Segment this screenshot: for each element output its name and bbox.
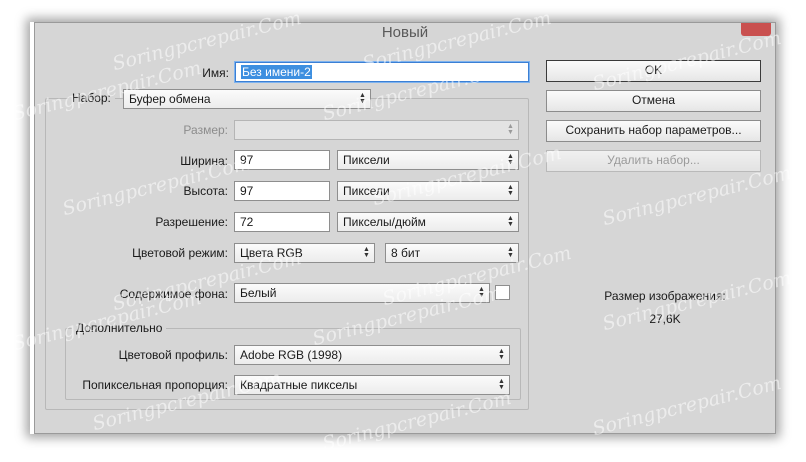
chevron-updown-icon: ▲ ▼ xyxy=(507,215,514,228)
width-label: Ширина: xyxy=(180,154,228,168)
preset-value: Буфер обмена xyxy=(129,92,211,106)
image-size-label: Размер изображения: xyxy=(604,289,726,303)
name-input[interactable]: Без имени-2 xyxy=(235,62,529,82)
background-value: Белый xyxy=(240,286,277,300)
width-unit-value: Пиксели xyxy=(343,153,390,167)
pixel-aspect-label: Попиксельная пропорция: xyxy=(82,378,228,392)
height-label: Высота: xyxy=(183,184,228,198)
color-mode-value: Цвета RGB xyxy=(240,246,303,260)
bit-depth-select[interactable]: 8 бит ▲ ▼ xyxy=(385,243,519,263)
chevron-updown-icon: ▲ ▼ xyxy=(507,184,514,197)
name-input-value: Без имени-2 xyxy=(241,65,312,79)
save-preset-button[interactable]: Сохранить набор параметров... xyxy=(546,120,761,142)
advanced-legend: Дополнительно xyxy=(72,321,167,335)
bit-depth-value: 8 бит xyxy=(391,246,421,260)
chevron-updown-icon: ▲ ▼ xyxy=(359,92,366,105)
name-label: Имя: xyxy=(202,66,229,80)
color-profile-label: Цветовой профиль: xyxy=(118,348,228,362)
resolution-value: 72 xyxy=(240,215,254,229)
width-input[interactable]: 97 xyxy=(234,150,330,170)
height-unit-select[interactable]: Пиксели ▲ ▼ xyxy=(337,181,519,201)
resolution-input[interactable]: 72 xyxy=(234,212,330,232)
color-mode-label: Цветовой режим: xyxy=(132,246,228,260)
dialog-title: Новый xyxy=(381,24,429,41)
background-label: Содержимое фона: xyxy=(119,287,228,301)
resolution-label: Разрешение: xyxy=(155,215,228,229)
height-value: 97 xyxy=(240,184,254,198)
preset-legend-area: Набор: xyxy=(68,91,115,105)
pixel-aspect-select[interactable]: Квадратные пикселы ▲ ▼ xyxy=(234,375,510,395)
height-input[interactable]: 97 xyxy=(234,181,330,201)
chevron-updown-icon: ▲ ▼ xyxy=(478,286,485,299)
background-color-swatch[interactable] xyxy=(495,285,510,300)
resolution-unit-select[interactable]: Пикселы/дюйм ▲ ▼ xyxy=(337,212,519,232)
pixel-aspect-value: Квадратные пикселы xyxy=(240,378,358,392)
title-bar[interactable]: Новый xyxy=(35,23,775,47)
close-button[interactable] xyxy=(741,23,771,36)
new-document-dialog: Новый Имя: Без имени-2 Набор: Буфер обме… xyxy=(34,22,776,434)
height-unit-value: Пиксели xyxy=(343,184,390,198)
preset-select[interactable]: Буфер обмена ▲ ▼ xyxy=(123,89,371,109)
resolution-unit-value: Пикселы/дюйм xyxy=(343,215,426,229)
image-size-value: 27,6K xyxy=(649,312,681,326)
color-profile-value: Adobe RGB (1998) xyxy=(240,348,343,362)
color-profile-select[interactable]: Adobe RGB (1998) ▲ ▼ xyxy=(234,345,510,365)
chevron-updown-icon: ▲ ▼ xyxy=(507,123,514,136)
chevron-updown-icon: ▲ ▼ xyxy=(507,153,514,166)
delete-preset-button[interactable]: Удалить набор... xyxy=(546,150,761,172)
chevron-updown-icon: ▲ ▼ xyxy=(363,246,370,259)
color-mode-select[interactable]: Цвета RGB ▲ ▼ xyxy=(234,243,375,263)
size-label: Размер: xyxy=(183,123,228,137)
background-select[interactable]: Белый ▲ ▼ xyxy=(234,283,490,303)
chevron-updown-icon: ▲ ▼ xyxy=(507,246,514,259)
chevron-updown-icon: ▲ ▼ xyxy=(498,348,505,361)
ok-button[interactable]: OK xyxy=(546,60,761,82)
width-unit-select[interactable]: Пиксели ▲ ▼ xyxy=(337,150,519,170)
size-select[interactable]: ▲ ▼ xyxy=(234,120,519,140)
chevron-updown-icon: ▲ ▼ xyxy=(498,378,505,391)
width-value: 97 xyxy=(240,153,254,167)
cancel-button[interactable]: Отмена xyxy=(546,90,761,112)
preset-label: Набор: xyxy=(72,91,111,105)
